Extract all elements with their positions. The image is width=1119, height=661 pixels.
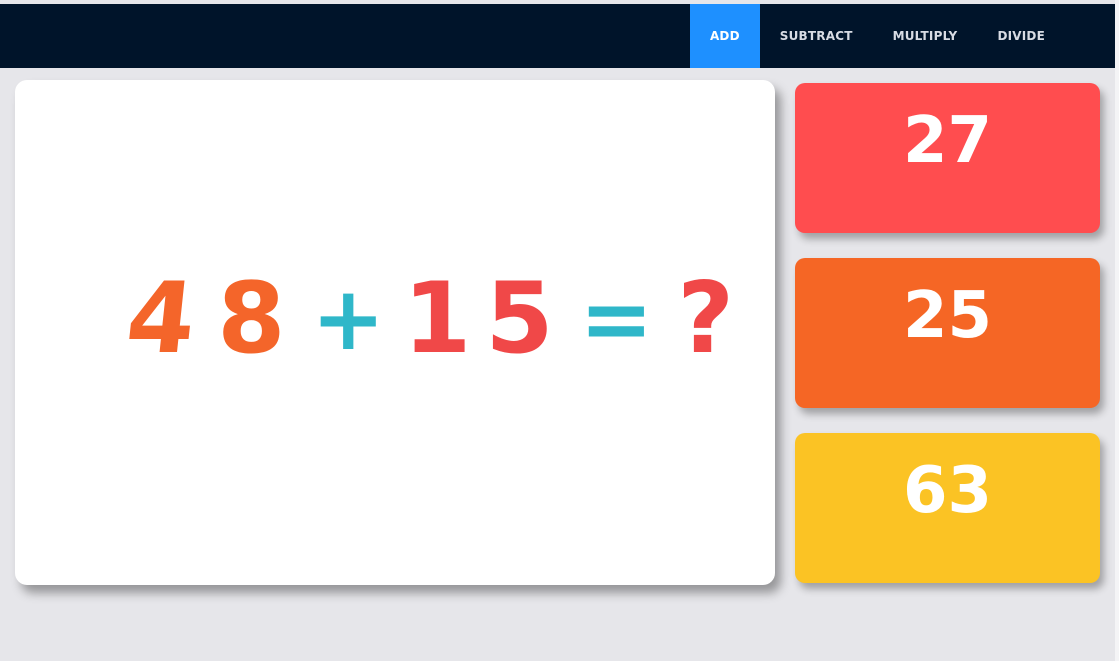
- tab-add[interactable]: ADD: [689, 4, 760, 68]
- answer-value: 25: [902, 279, 993, 353]
- plus-operator: +: [311, 267, 386, 370]
- equals-sign: =: [579, 267, 654, 370]
- equation-digit: 4: [121, 262, 202, 376]
- tab-multiply[interactable]: MULTIPLY: [873, 4, 978, 68]
- equation-digit: 8: [217, 262, 286, 376]
- tab-subtract[interactable]: SUBTRACT: [760, 4, 873, 68]
- equation-digit: 5: [485, 262, 554, 376]
- top-navbar: ADD SUBTRACT MULTIPLY DIVIDE: [0, 4, 1115, 68]
- answer-value: 27: [902, 104, 993, 178]
- answer-value: 63: [902, 454, 993, 528]
- question-card: 4 8 + 1 5 = ?: [15, 80, 775, 585]
- answer-option-1[interactable]: 27: [795, 83, 1100, 233]
- operation-tabs: ADD SUBTRACT MULTIPLY DIVIDE: [689, 4, 1115, 68]
- tab-divide[interactable]: DIVIDE: [977, 4, 1115, 68]
- equation: 4 8 + 1 5 = ?: [121, 262, 735, 376]
- page-edge: [1115, 0, 1119, 661]
- equation-digit: 1: [403, 262, 472, 376]
- unknown-answer: ?: [677, 262, 735, 376]
- answer-option-3[interactable]: 63: [795, 433, 1100, 583]
- answer-option-2[interactable]: 25: [795, 258, 1100, 408]
